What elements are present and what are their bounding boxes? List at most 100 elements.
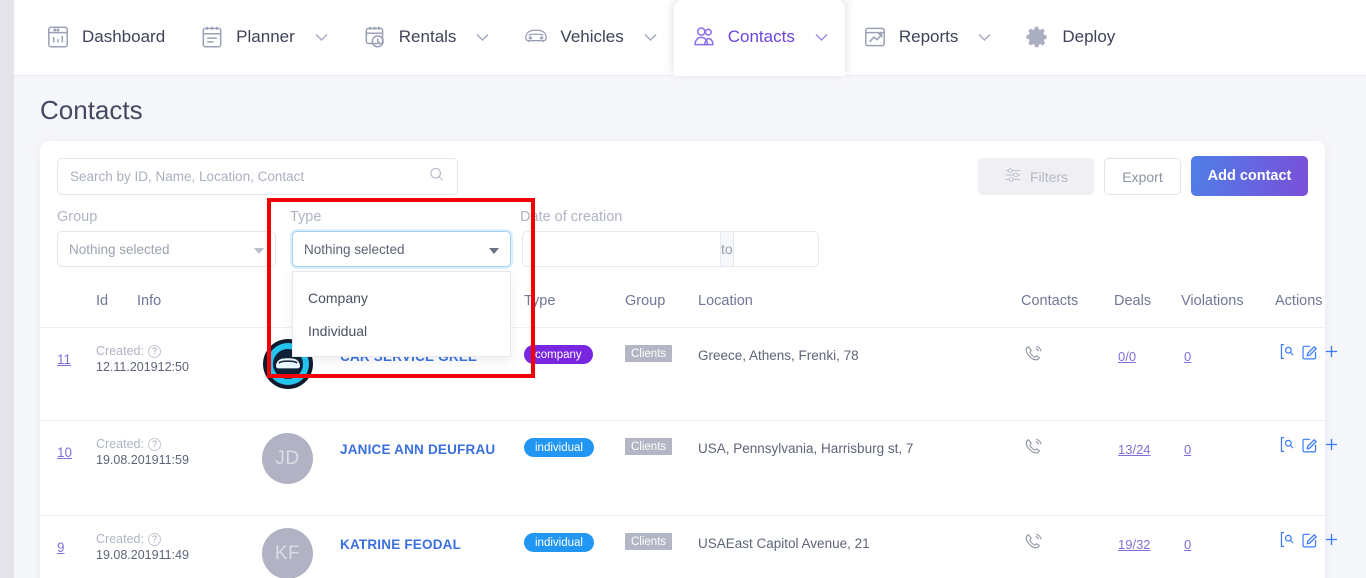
page-title: Contacts <box>40 95 143 125</box>
table-row[interactable]: 9 Created: ? 19.08.201911:49 KF KATRINE … <box>40 515 1338 578</box>
created-date: 19.08.2019 <box>96 453 159 467</box>
type-badge: individual <box>524 533 594 552</box>
type-select-value: Nothing selected <box>304 241 405 257</box>
left-rail <box>0 0 14 578</box>
row-name-link[interactable]: JANICE ANN DEUFRAU <box>340 442 495 457</box>
row-actions <box>1278 530 1341 554</box>
edit-icon[interactable] <box>1300 530 1319 554</box>
nav-item-dashboard[interactable]: Dashboard <box>28 0 182 75</box>
date-to-input[interactable] <box>733 232 818 266</box>
row-created-info: Created: ? 12.11.201912:50 <box>96 344 246 374</box>
row-deals-link[interactable]: 13/24 <box>1118 442 1151 457</box>
type-select[interactable]: Nothing selected <box>292 231 511 267</box>
nav-item-reports[interactable]: Reports <box>845 0 1009 75</box>
dropdown-option-company[interactable]: Company <box>293 281 510 314</box>
date-from-input[interactable] <box>523 232 720 266</box>
row-id-link[interactable]: 11 <box>57 352 71 367</box>
nav-label: Rentals <box>398 27 457 46</box>
user-search-icon[interactable] <box>1278 435 1297 459</box>
reports-icon <box>862 24 888 50</box>
search-box[interactable] <box>57 158 458 195</box>
th-id: Id <box>96 293 109 309</box>
rentals-icon <box>362 24 388 50</box>
th-info: Info <box>137 293 162 309</box>
th-type: Type <box>524 293 556 309</box>
chevron-down-icon <box>476 27 489 47</box>
group-badge: Clients <box>625 533 673 550</box>
edit-icon[interactable] <box>1300 435 1319 459</box>
type-dropdown-menu[interactable]: Company Individual <box>292 271 511 357</box>
plus-icon[interactable] <box>1322 342 1341 366</box>
filters-button[interactable]: Filters <box>978 158 1094 195</box>
phone-call-icon[interactable] <box>1023 437 1043 462</box>
created-datetime: 19.08.201911:49 <box>96 548 246 562</box>
avatar: KF <box>262 528 313 578</box>
row-id-link[interactable]: 9 <box>57 540 65 555</box>
table-body: 11 Created: ? 12.11.201912:50 company Cl… <box>40 327 1338 578</box>
plus-icon[interactable] <box>1322 530 1341 554</box>
nav-item-rentals[interactable]: Rentals <box>345 0 507 75</box>
table-row[interactable]: 11 Created: ? 12.11.201912:50 company Cl… <box>40 327 1338 420</box>
dropdown-option-individual[interactable]: Individual <box>293 314 510 347</box>
plus-icon[interactable] <box>1322 435 1341 459</box>
created-date: 19.08.2019 <box>96 548 159 562</box>
row-name-link[interactable]: KATRINE FEODAL <box>340 537 461 552</box>
search-icon[interactable] <box>428 166 445 188</box>
table-row[interactable]: 10 Created: ? 19.08.201911:59 JD JANICE … <box>40 420 1338 515</box>
row-location: USAEast Capitol Avenue, 21 <box>698 536 870 551</box>
nav-item-deploy[interactable]: Deploy <box>1008 0 1132 75</box>
edit-icon[interactable] <box>1300 342 1319 366</box>
row-violations-link[interactable]: 0 <box>1184 442 1191 457</box>
row-deals-link[interactable]: 19/32 <box>1118 537 1151 552</box>
created-date: 12.11.2019 <box>96 360 158 374</box>
created-label: Created: <box>96 437 144 451</box>
vehicles-icon <box>523 24 549 50</box>
nav-item-planner[interactable]: Planner <box>182 0 345 75</box>
phone-call-icon[interactable] <box>1023 532 1043 557</box>
nav-item-contacts[interactable]: Contacts <box>673 0 845 76</box>
created-time: 11:59 <box>158 453 189 467</box>
top-navigation: Dashboard Planner Rentals Vehicles Conta… <box>14 0 1366 76</box>
row-location: Greece, Athens, Frenki, 78 <box>698 348 859 363</box>
chevron-down-icon <box>254 242 264 257</box>
th-deals: Deals <box>1114 293 1152 309</box>
user-search-icon[interactable] <box>1278 342 1297 366</box>
group-filter-label: Group <box>57 209 98 225</box>
deploy-gear-icon <box>1025 24 1051 50</box>
created-datetime: 19.08.201911:59 <box>96 453 246 467</box>
created-label-wrap: Created: ? <box>96 532 246 546</box>
th-actions: Actions <box>1275 293 1323 309</box>
group-select[interactable]: Nothing selected <box>57 231 276 267</box>
row-actions <box>1278 435 1341 459</box>
th-group: Group <box>625 293 666 309</box>
user-search-icon[interactable] <box>1278 530 1297 554</box>
nav-item-vehicles[interactable]: Vehicles <box>506 0 673 75</box>
group-select-value: Nothing selected <box>69 241 170 257</box>
nav-item-list: Dashboard Planner Rentals Vehicles Conta… <box>14 0 1132 76</box>
help-icon[interactable]: ? <box>147 532 161 546</box>
search-input[interactable] <box>70 169 428 184</box>
th-violations: Violations <box>1181 293 1244 309</box>
add-contact-button[interactable]: Add contact <box>1191 156 1308 196</box>
group-badge: Clients <box>625 438 673 455</box>
nav-label: Reports <box>898 27 959 46</box>
help-icon[interactable]: ? <box>147 344 161 358</box>
row-deals-link[interactable]: 0/0 <box>1118 349 1136 364</box>
created-time: 12:50 <box>157 360 189 374</box>
row-violations-link[interactable]: 0 <box>1184 349 1191 364</box>
th-contacts: Contacts <box>1021 293 1079 309</box>
nav-label: Planner <box>236 27 295 46</box>
nav-label: Vehicles <box>560 27 624 46</box>
table-header: Id Info Name Type Group Location Contact… <box>40 293 1325 327</box>
dropdown-spacer <box>293 347 510 356</box>
created-label-wrap: Created: ? <box>96 437 246 451</box>
row-violations-link[interactable]: 0 <box>1184 537 1191 552</box>
date-of-creation-range[interactable]: to <box>522 231 819 267</box>
row-id-link[interactable]: 10 <box>57 445 72 460</box>
row-created-info: Created: ? 19.08.201911:49 <box>96 532 246 562</box>
export-button[interactable]: Export <box>1104 158 1181 195</box>
help-icon[interactable]: ? <box>147 437 161 451</box>
nav-label: Dashboard <box>82 27 166 46</box>
nav-label: Deploy <box>1062 27 1116 46</box>
phone-call-icon[interactable] <box>1023 344 1043 369</box>
